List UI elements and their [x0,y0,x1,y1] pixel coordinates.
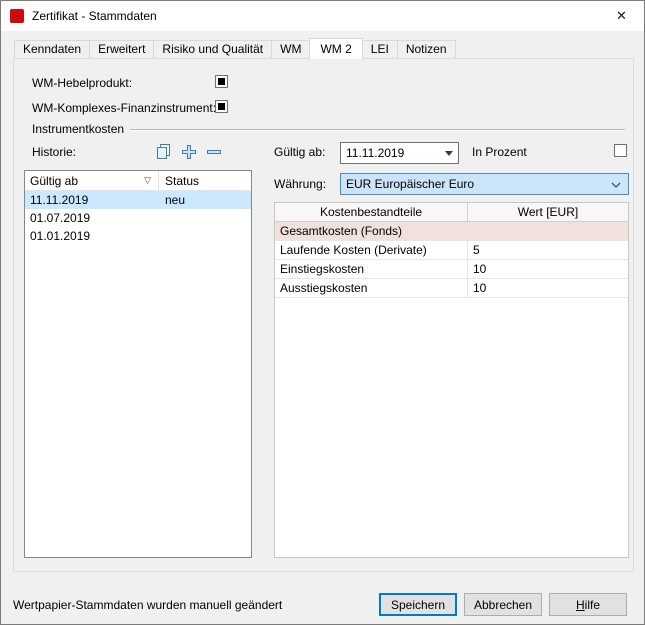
abbrechen-button[interactable]: Abbrechen [464,593,542,616]
history-list: Gültig ab ▽ Status 11.11.2019neu01.07.20… [24,170,252,558]
group-divider [130,129,625,131]
wm-komplex-label: WM-Komplexes-Finanzinstrument: [32,101,216,115]
status-message: Wertpapier-Stammdaten wurden manuell geä… [13,598,282,612]
in-prozent-label: In Prozent [472,145,527,159]
gueltig-ab-combobox[interactable]: 11.11.2019 [340,142,459,164]
history-list-body: 11.11.2019neu01.07.201901.01.2019 [25,191,251,245]
speichern-button[interactable]: Speichern [379,593,457,616]
tab-wm[interactable]: WM [271,40,310,58]
cost-name: Gesamtkosten (Fonds) [275,222,468,240]
dialog-zertifikat-stammdaten: Zertifikat - Stammdaten ✕ KenndatenErwei… [0,0,645,625]
cost-row[interactable]: Gesamtkosten (Fonds) [275,222,628,241]
tab-notizen[interactable]: Notizen [397,40,456,58]
instrumentkosten-group-header: Instrumentkosten [32,122,625,136]
waehrung-label: Währung: [274,177,326,191]
cost-name: Ausstiegskosten [275,279,468,297]
wm-komplex-checkbox[interactable] [215,100,228,113]
history-date: 11.11.2019 [25,193,159,207]
plus-icon [181,144,197,160]
remove-history-button[interactable] [205,143,223,161]
hilfe-button[interactable]: Hilfe [549,593,627,616]
cost-value[interactable]: 10 [468,262,628,276]
cost-row[interactable]: Einstiegskosten10 [275,260,628,279]
history-list-header: Gültig ab ▽ Status [25,171,251,191]
history-status: neu [159,193,191,207]
copy-icon [156,144,172,160]
history-row[interactable]: 11.11.2019neu [25,191,251,209]
gueltig-ab-value: 11.11.2019 [346,146,404,160]
history-row[interactable]: 01.01.2019 [25,227,251,245]
tab-erweitert[interactable]: Erweitert [89,40,154,58]
history-header-status[interactable]: Status [159,171,251,190]
in-prozent-checkbox[interactable] [614,144,627,157]
close-button[interactable]: ✕ [599,1,644,31]
history-row[interactable]: 01.07.2019 [25,209,251,227]
copy-history-button[interactable] [155,143,173,161]
tab-kenndaten[interactable]: Kenndaten [14,40,90,58]
chevron-down-icon [611,182,621,188]
wm-hebelprodukt-checkbox[interactable] [215,75,228,88]
title-bar: Zertifikat - Stammdaten ✕ [1,1,644,31]
cost-table-body: Gesamtkosten (Fonds)Laufende Kosten (Der… [275,222,628,298]
cost-row[interactable]: Laufende Kosten (Derivate)5 [275,241,628,260]
history-date: 01.07.2019 [25,211,159,225]
cost-table-header: Kostenbestandteile Wert [EUR] [275,203,628,222]
tab-strip: KenndatenErweitertRisiko und QualitätWMW… [14,40,455,59]
minus-icon [206,144,222,160]
close-icon: ✕ [616,8,627,24]
cost-name: Laufende Kosten (Derivate) [275,241,468,259]
tab-panel-wm2: WM-Hebelprodukt: WM-Komplexes-Finanzinst… [13,58,634,572]
cost-row[interactable]: Ausstiegskosten10 [275,279,628,298]
cost-value[interactable]: 5 [468,243,628,257]
chevron-down-icon [445,151,453,160]
sort-descending-icon: ▽ [144,175,151,186]
instrumentkosten-group-label: Instrumentkosten [32,122,124,136]
history-date: 01.01.2019 [25,229,159,243]
historie-label: Historie: [32,145,76,159]
wm-hebelprodukt-label: WM-Hebelprodukt: [32,76,132,90]
gueltig-ab-label: Gültig ab: [274,145,325,159]
waehrung-combobox[interactable]: EUR Europäischer Euro [340,173,629,195]
add-history-button[interactable] [180,143,198,161]
waehrung-value: EUR Europäischer Euro [346,177,474,191]
cost-header-wert: Wert [EUR] [468,203,628,221]
history-toolbar [155,143,223,161]
history-header-gueltig-ab[interactable]: Gültig ab ▽ [25,171,159,190]
button-bar: Speichern Abbrechen Hilfe [379,593,627,616]
app-icon [10,9,24,23]
window-title: Zertifikat - Stammdaten [32,9,157,23]
tab-lei[interactable]: LEI [362,40,398,58]
cost-value[interactable]: 10 [468,281,628,295]
tab-risiko-und-qualität[interactable]: Risiko und Qualität [153,40,272,58]
cost-table: Kostenbestandteile Wert [EUR] Gesamtkost… [274,202,629,558]
cost-header-kostenbestandteile: Kostenbestandteile [275,203,468,221]
tab-wm-2[interactable]: WM 2 [309,38,362,59]
cost-name: Einstiegskosten [275,260,468,278]
